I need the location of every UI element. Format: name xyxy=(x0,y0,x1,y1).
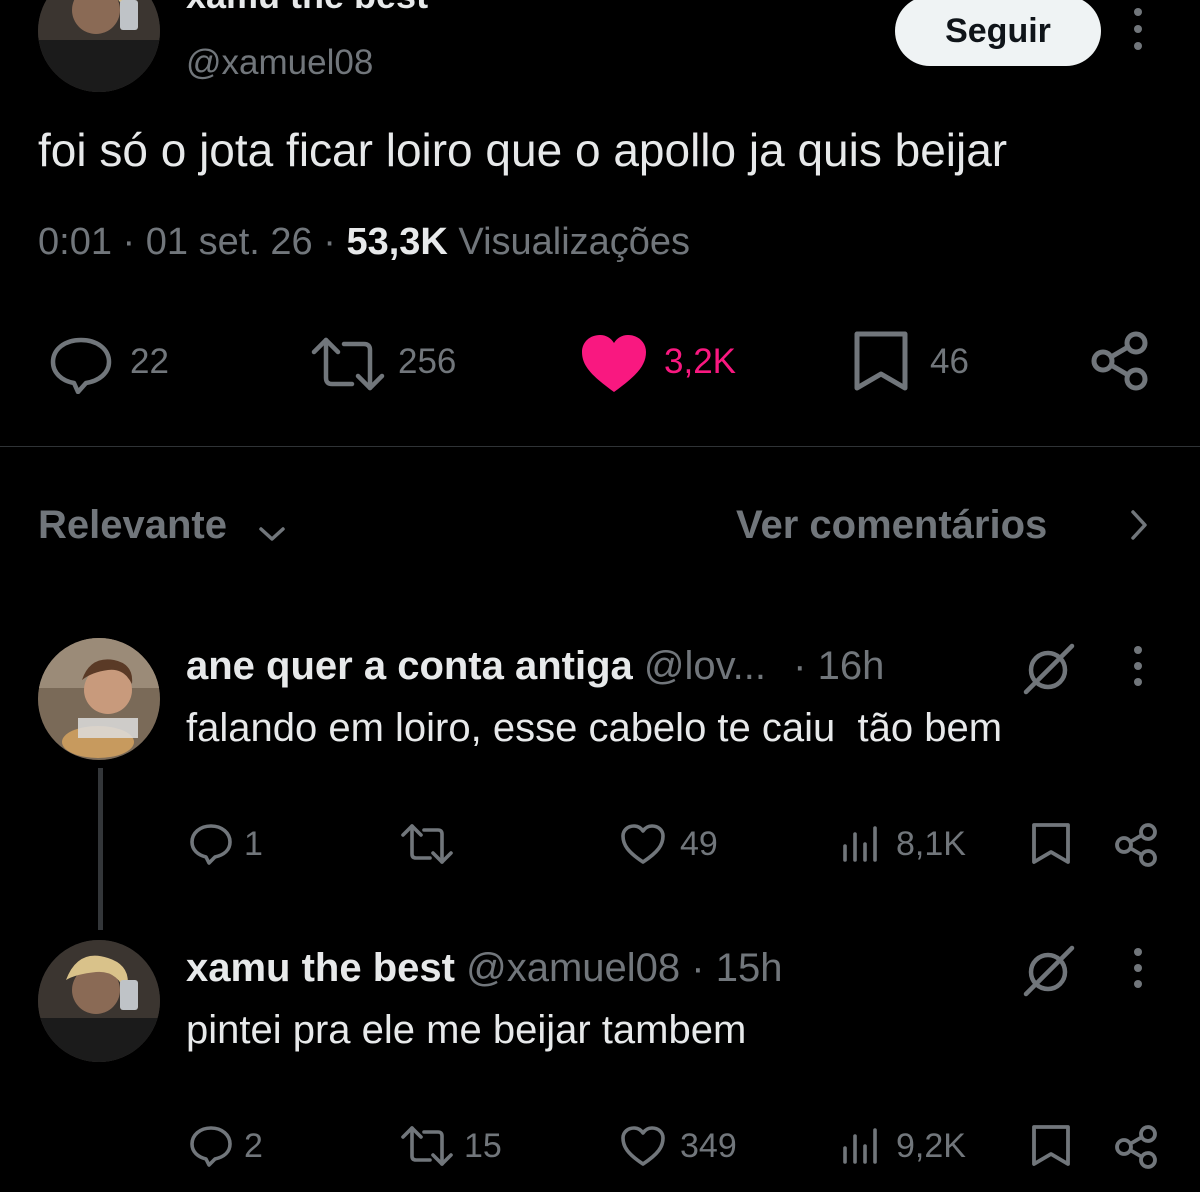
author-handle[interactable]: @xamuel08 xyxy=(186,43,373,83)
share-icon xyxy=(1115,1125,1157,1169)
reply-more-icon[interactable] xyxy=(1128,946,1148,992)
reply-reply-count: 1 xyxy=(244,825,263,863)
like-count: 3,2K xyxy=(664,342,736,381)
reply-header: xamu the best @xamuel08 · 15h xyxy=(186,942,782,994)
bookmark-icon xyxy=(1032,1125,1070,1166)
bookmark-button[interactable]: 46 xyxy=(852,330,992,394)
reply-avatar[interactable] xyxy=(38,940,160,1062)
reply-bookmark-button[interactable] xyxy=(1030,822,1072,866)
share-button[interactable] xyxy=(1090,330,1152,392)
heart-filled-icon xyxy=(582,335,646,392)
tweet-meta: 0:01 · 01 set. 26 · 53,3K Visualizações xyxy=(38,221,691,263)
reply-retweet-count: 15 xyxy=(464,1127,502,1165)
views-bar-chart-icon xyxy=(843,1128,877,1164)
views-count: 53,3K xyxy=(346,221,448,263)
like-button[interactable]: 3,2K xyxy=(580,334,760,394)
reply-icon xyxy=(50,337,112,394)
reply-share-button[interactable] xyxy=(1114,1124,1160,1170)
sort-label: Relevante xyxy=(38,503,227,547)
author-avatar[interactable] xyxy=(38,0,160,92)
reply-views-count: 8,1K xyxy=(896,825,966,863)
heart-icon xyxy=(621,1126,665,1166)
share-icon xyxy=(1115,823,1157,867)
reply-text: pintei pra ele me beijar tambem xyxy=(186,1008,747,1052)
tweet-text: foi só o jota ficar loiro que o apollo j… xyxy=(38,124,1008,176)
tweet-date[interactable]: 01 set. 26 xyxy=(146,221,313,263)
retweet-icon xyxy=(401,1126,453,1166)
divider xyxy=(0,446,1200,447)
retweet-icon xyxy=(311,337,385,391)
grok-icon[interactable] xyxy=(1022,942,1078,998)
reply-header: ane quer a conta antiga @lov... · 16h xyxy=(186,640,884,692)
retweet-button[interactable]: 256 xyxy=(310,334,480,394)
reply-share-button[interactable] xyxy=(1114,822,1160,868)
views-label: Visualizações xyxy=(458,221,691,263)
reply-author-name[interactable]: xamu the best xyxy=(186,946,455,990)
views-bar-chart-icon xyxy=(843,826,877,862)
view-comments-link[interactable]: Ver comentários xyxy=(736,500,1156,550)
chevron-right-icon xyxy=(1131,510,1147,540)
bookmark-count: 46 xyxy=(930,342,969,381)
reply-like-button[interactable]: 349 xyxy=(620,1124,760,1168)
reply-like-count: 49 xyxy=(680,825,718,863)
reply-count: 22 xyxy=(130,342,169,381)
tweet-time[interactable]: 0:01 xyxy=(38,221,112,263)
follow-button[interactable]: Seguir xyxy=(895,0,1101,66)
reply-icon xyxy=(190,824,232,865)
share-icon xyxy=(1091,331,1148,391)
reply-like-button[interactable]: 49 xyxy=(620,822,740,866)
thread-connector-line xyxy=(98,768,103,930)
retweet-count: 256 xyxy=(398,342,457,381)
reply-retweet-button[interactable]: 15 xyxy=(400,1124,520,1168)
reply-reply-button[interactable]: 2 xyxy=(188,1124,288,1168)
reply-icon xyxy=(190,1126,232,1167)
grok-icon[interactable] xyxy=(1022,640,1078,696)
view-comments-label: Ver comentários xyxy=(736,503,1048,547)
reply-author-handle[interactable]: @lov... xyxy=(644,644,766,688)
author-name[interactable]: xamu the best xyxy=(186,0,428,14)
reply-like-count: 349 xyxy=(680,1127,737,1165)
reply-views-button[interactable]: 9,2K xyxy=(840,1124,990,1168)
reply-more-icon[interactable] xyxy=(1128,644,1148,690)
reply-author-handle[interactable]: @xamuel08 xyxy=(466,946,680,990)
retweet-icon xyxy=(401,824,453,864)
bookmark-icon xyxy=(1032,823,1070,864)
chevron-down-icon xyxy=(259,527,286,541)
reply-time[interactable]: · 16h xyxy=(793,644,884,688)
reply-text: falando em loiro, esse cabelo te caiu tã… xyxy=(186,706,1003,750)
bookmark-icon xyxy=(854,331,908,391)
reply-retweet-button[interactable] xyxy=(400,822,460,866)
reply-reply-count: 2 xyxy=(244,1127,263,1165)
reply-bookmark-button[interactable] xyxy=(1030,1124,1072,1168)
heart-icon xyxy=(621,824,665,864)
reply-views-button[interactable]: 8,1K xyxy=(840,822,980,866)
reply-author-name[interactable]: ane quer a conta antiga xyxy=(186,644,633,688)
reply-reply-button[interactable]: 1 xyxy=(188,822,288,866)
reply-views-count: 9,2K xyxy=(896,1127,966,1165)
sort-dropdown[interactable]: Relevante xyxy=(38,500,287,550)
more-options-icon[interactable] xyxy=(1126,6,1150,52)
reply-time[interactable]: · 15h xyxy=(691,946,782,990)
reply-button[interactable]: 22 xyxy=(48,334,188,394)
reply-avatar[interactable] xyxy=(38,638,160,760)
